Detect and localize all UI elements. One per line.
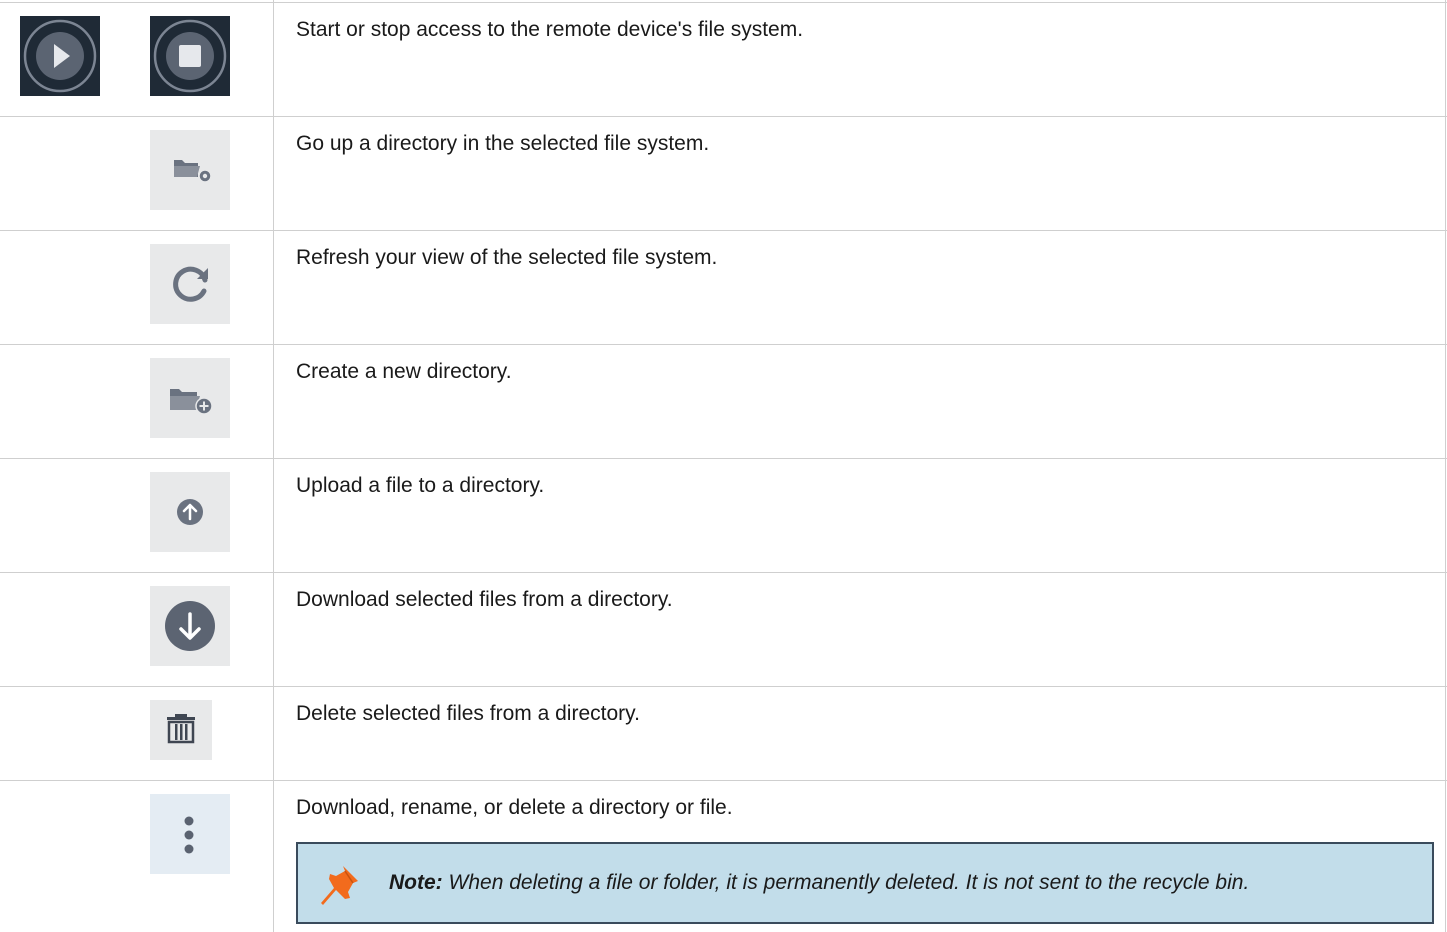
row-divider xyxy=(0,230,1447,231)
row-description: Delete selected files from a directory. xyxy=(296,702,640,725)
row-description: Start or stop access to the remote devic… xyxy=(296,18,804,41)
trash-icon[interactable] xyxy=(150,700,212,760)
row-divider xyxy=(0,780,1447,781)
refresh-icon[interactable] xyxy=(150,244,230,324)
note-body: When deleting a file or folder, it is pe… xyxy=(448,871,1250,894)
row-description: Upload a file to a directory. xyxy=(296,474,545,497)
folder-add-icon[interactable] xyxy=(150,358,230,438)
row-description: Download, rename, or delete a directory … xyxy=(296,796,733,819)
row-divider xyxy=(0,686,1447,687)
note-text: Note: When deleting a file or folder, it… xyxy=(389,871,1249,895)
row-description: Refresh your view of the selected file s… xyxy=(296,246,718,269)
row-divider xyxy=(0,344,1447,345)
more-vertical-icon[interactable] xyxy=(150,794,230,874)
row-divider xyxy=(0,458,1447,459)
row-description: Create a new directory. xyxy=(296,360,512,383)
reference-table: Start or stop access to the remote devic… xyxy=(0,0,1447,932)
folder-up-icon[interactable] xyxy=(150,130,230,210)
row-divider xyxy=(0,116,1447,117)
stop-circle-icon[interactable] xyxy=(150,16,230,96)
upload-icon[interactable] xyxy=(150,472,230,552)
column-divider xyxy=(273,0,274,932)
table-top-border xyxy=(0,2,1447,3)
table-right-border xyxy=(1445,0,1446,932)
download-icon[interactable] xyxy=(150,586,230,666)
row-description: Go up a directory in the selected file s… xyxy=(296,132,710,155)
note-callout: Note: When deleting a file or folder, it… xyxy=(296,842,1434,924)
pushpin-icon xyxy=(321,866,358,905)
play-circle-icon[interactable] xyxy=(20,16,100,96)
row-description: Download selected files from a directory… xyxy=(296,588,673,611)
note-label: Note: xyxy=(389,871,443,894)
row-divider xyxy=(0,572,1447,573)
